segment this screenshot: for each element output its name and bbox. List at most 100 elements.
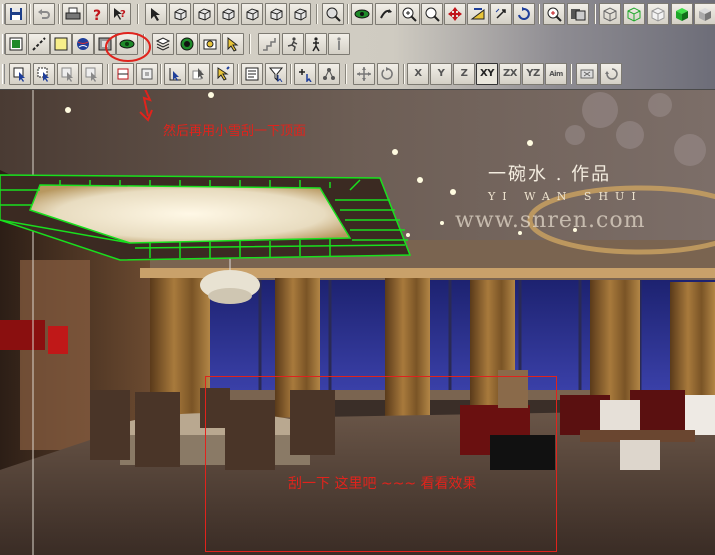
render-button[interactable] (567, 3, 589, 25)
separator (249, 34, 251, 54)
axis-y-button[interactable]: Y (430, 63, 452, 85)
cluster-button[interactable] (318, 63, 340, 85)
watermark-site: www.snren.com (455, 208, 646, 233)
white-cube-button[interactable] (647, 3, 669, 25)
zoom-in-button[interactable] (398, 3, 420, 25)
erase-button[interactable] (576, 63, 598, 85)
move-icon (174, 8, 187, 21)
filter-button[interactable] (265, 63, 287, 85)
axis-zx-button[interactable]: ZX (499, 63, 521, 85)
erase-icon (580, 69, 594, 79)
zoom-extents-button[interactable] (322, 3, 344, 25)
view-eye-button[interactable] (351, 3, 373, 25)
toolbar-row-main: ? ? (0, 0, 715, 30)
mirror-button[interactable] (241, 3, 263, 25)
scale-button[interactable] (217, 3, 239, 25)
axis-x-button[interactable]: X (407, 63, 429, 85)
annotation-caption-top: 然后再用小雪刮一下顶面 (163, 124, 307, 139)
print-icon (65, 7, 81, 20)
select-window-icon (13, 67, 25, 82)
walking-man-button[interactable] (305, 33, 327, 55)
node-button[interactable] (164, 63, 186, 85)
snap-button[interactable] (136, 63, 158, 85)
toolbar-area: ? ? X Y Z XY ZX YZ Aim (0, 0, 715, 90)
move-vertex-button[interactable] (212, 63, 234, 85)
walk-button[interactable] (375, 3, 397, 25)
edge-button[interactable] (28, 33, 50, 55)
wire-cube-button[interactable] (599, 3, 621, 25)
separator (347, 4, 349, 24)
list-button[interactable] (241, 63, 263, 85)
clone-button[interactable] (289, 3, 311, 25)
wire-cube-icon (603, 7, 617, 22)
select-object-button[interactable] (145, 3, 167, 25)
select-plus-icon (61, 67, 73, 82)
axis-yz-button[interactable]: YZ (522, 63, 544, 85)
white-cube-icon (651, 7, 665, 22)
align-button[interactable] (112, 63, 134, 85)
refresh-button[interactable] (490, 3, 512, 25)
array-button[interactable] (265, 3, 287, 25)
undo-view-button[interactable] (600, 63, 622, 85)
separator (570, 64, 572, 84)
face-select-button[interactable] (5, 33, 27, 55)
pan-icon (448, 7, 462, 21)
solid-cube-icon (699, 8, 711, 21)
running-man-button[interactable] (282, 33, 304, 55)
layers-button[interactable] (152, 33, 174, 55)
camera-button[interactable] (199, 33, 221, 55)
node-icon (169, 68, 181, 81)
context-help-button[interactable]: ? (109, 3, 131, 25)
figure-button[interactable] (328, 33, 350, 55)
clone-icon (294, 8, 307, 21)
move-button[interactable] (169, 3, 191, 25)
green-wire-cube-button[interactable] (623, 3, 645, 25)
watermark-author: 一碗水 . 作品 (488, 164, 612, 185)
separator (316, 4, 318, 24)
aim-button[interactable]: Aim (545, 63, 567, 85)
save-icon (10, 8, 22, 20)
toolbar-grip[interactable] (2, 64, 5, 84)
3d-viewport[interactable]: 然后再用小雪刮一下顶面 一碗水 . 作品 YI WAN SHUI www.snr… (0, 90, 715, 555)
stairs-button[interactable] (258, 33, 280, 55)
move-point-button[interactable] (353, 63, 375, 85)
rotate-view-button[interactable] (377, 63, 399, 85)
magnify-button[interactable] (543, 3, 565, 25)
save-button[interactable] (5, 3, 27, 25)
camera-icon (203, 39, 217, 50)
add-node-icon (299, 69, 312, 82)
select-cross-button[interactable] (33, 63, 55, 85)
stairs-icon (263, 38, 276, 51)
toolbar-row-view: X Y Z XY ZX YZ Aim (0, 60, 715, 90)
pan-button[interactable] (444, 3, 466, 25)
add-node-button[interactable] (294, 63, 316, 85)
help-button[interactable]: ? (86, 3, 108, 25)
yellow-square-icon (54, 37, 68, 51)
sphere-button[interactable] (72, 33, 94, 55)
solid-green-cube-icon (676, 8, 688, 21)
svg-text:?: ? (93, 8, 101, 22)
yellow-square-button[interactable] (50, 33, 72, 55)
print-button[interactable] (62, 3, 84, 25)
zoom-button[interactable] (421, 3, 443, 25)
select-window-button[interactable] (9, 63, 31, 85)
separator (107, 64, 109, 84)
solid-green-cube-button[interactable] (671, 3, 693, 25)
pointer-button[interactable] (222, 33, 244, 55)
solid-cube-button[interactable] (694, 3, 715, 25)
context-help-icon: ? (114, 8, 126, 20)
view-eye-icon (354, 9, 370, 19)
separator (160, 64, 162, 84)
globe-button[interactable] (176, 33, 198, 55)
orbit-3d-button[interactable] (513, 3, 535, 25)
rotate-button[interactable] (193, 3, 215, 25)
separator (237, 64, 239, 84)
undo-button[interactable] (33, 3, 55, 25)
edge-icon (32, 37, 46, 51)
select-plus-button[interactable] (57, 63, 79, 85)
edit-points-button[interactable] (188, 63, 210, 85)
axis-z-button[interactable]: Z (453, 63, 475, 85)
select-minus-button[interactable] (81, 63, 103, 85)
orbit-button[interactable] (467, 3, 489, 25)
axis-xy-button[interactable]: XY (476, 63, 498, 85)
